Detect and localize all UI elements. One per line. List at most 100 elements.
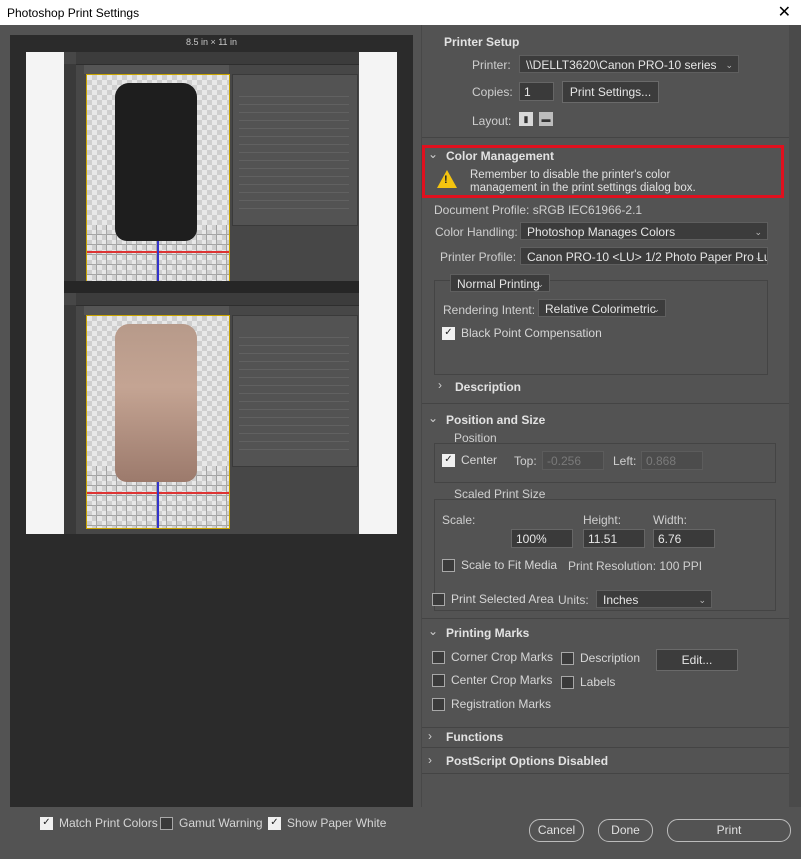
color-handling-dropdown[interactable]: Photoshop Manages Colors ⌄ <box>520 222 768 240</box>
portrait-layout-icon[interactable]: ▮ <box>519 112 533 126</box>
chevron-right-icon[interactable]: › <box>428 753 432 767</box>
chevron-right-icon[interactable]: › <box>428 729 432 743</box>
color-handling-label: Color Handling: <box>435 225 518 239</box>
match-print-colors-checkbox[interactable]: ✓ Match Print Colors <box>40 816 158 830</box>
scale-label: Scale: <box>442 513 476 527</box>
scaled-print-size-label: Scaled Print Size <box>454 487 546 501</box>
top-label: Top: <box>514 454 537 468</box>
printing-marks-heading[interactable]: Printing Marks <box>446 626 529 640</box>
chevron-down-icon[interactable]: ⌄ <box>428 147 438 161</box>
rendering-intent-dropdown[interactable]: Relative Colorimetric ⌄ <box>538 299 666 317</box>
title-bar: Photoshop Print Settings ✕ <box>0 0 801 25</box>
chevron-down-icon: ⌄ <box>536 279 544 289</box>
print-button[interactable]: Print <box>667 819 791 842</box>
ps-menu-bar <box>64 281 359 293</box>
face-can-image <box>115 324 197 482</box>
preview-image-top <box>64 52 359 293</box>
chevron-right-icon[interactable]: › <box>438 378 442 392</box>
scale-to-fit-media-checkbox[interactable]: Scale to Fit Media <box>442 558 557 572</box>
chevron-down-icon: ⌄ <box>754 227 762 237</box>
bottom-bar: ✓ Match Print Colors Gamut Warning ✓ Sho… <box>0 807 801 859</box>
position-and-size-heading[interactable]: Position and Size <box>446 413 545 427</box>
layout-label: Layout: <box>472 114 512 128</box>
description-checkbox[interactable]: Description <box>561 651 640 665</box>
scale-input[interactable]: 100% <box>511 529 573 548</box>
top-input[interactable]: -0.256 <box>542 451 604 470</box>
ps-doc-tab <box>84 65 229 74</box>
settings-panel: Printer Setup Printer: \\DELLT3620\Canon… <box>421 25 790 807</box>
left-input[interactable]: 0.868 <box>641 451 703 470</box>
ps-options-bar <box>76 293 359 306</box>
ps-doc-tab <box>84 306 229 315</box>
description-heading[interactable]: Description <box>455 380 521 394</box>
printer-profile-label: Printer Profile: <box>440 250 517 264</box>
done-button[interactable]: Done <box>598 819 653 842</box>
cancel-button[interactable]: Cancel <box>529 819 584 842</box>
labels-checkbox[interactable]: Labels <box>561 675 615 689</box>
chevron-down-icon: ⌄ <box>698 595 706 605</box>
document-profile: Document Profile: sRGB IEC61966-2.1 <box>434 203 643 217</box>
edit-button[interactable]: Edit... <box>656 649 738 671</box>
show-paper-white-checkbox[interactable]: ✓ Show Paper White <box>268 816 386 830</box>
copies-label: Copies: <box>472 85 513 99</box>
color-management-heading[interactable]: Color Management <box>446 149 554 163</box>
units-label: Units: <box>558 593 589 607</box>
width-input[interactable]: 6.76 <box>653 529 715 548</box>
printer-value: \\DELLT3620\Canon PRO-10 series <box>526 58 717 72</box>
preview-paper <box>26 52 397 534</box>
ps-properties-panel <box>232 315 358 467</box>
dark-can-image <box>115 83 197 241</box>
printer-setup-heading: Printer Setup <box>444 35 520 49</box>
print-preview: 8.5 in × 11 in <box>10 35 413 807</box>
warning-icon: ! <box>437 170 457 188</box>
registration-marks-checkbox[interactable]: Registration Marks <box>432 697 551 711</box>
printer-dropdown[interactable]: \\DELLT3620\Canon PRO-10 series ⌄ <box>519 55 739 73</box>
copies-input[interactable]: 1 <box>519 82 554 101</box>
chevron-down-icon[interactable]: ⌄ <box>428 624 438 638</box>
match-print-colors-label: Match Print Colors <box>59 816 158 830</box>
center-checkbox[interactable]: ✓ Center <box>442 453 497 467</box>
ps-canvas <box>86 315 230 529</box>
preview-image <box>64 52 359 534</box>
postscript-options-heading[interactable]: PostScript Options Disabled <box>446 754 608 768</box>
gamut-warning-label: Gamut Warning <box>179 816 263 830</box>
units-dropdown[interactable]: Inches ⌄ <box>596 590 712 608</box>
warning-message: Remember to disable the printer's color … <box>470 169 696 194</box>
printer-label: Printer: <box>472 58 511 72</box>
height-label: Height: <box>583 513 622 527</box>
print-resolution: Print Resolution: 100 PPI <box>568 559 703 573</box>
preview-image-bottom <box>64 281 359 534</box>
chevron-down-icon: ⌄ <box>754 252 762 262</box>
corner-crop-marks-checkbox[interactable]: Corner Crop Marks <box>432 650 553 664</box>
close-icon[interactable]: ✕ <box>778 2 791 22</box>
center-crop-marks-checkbox[interactable]: Center Crop Marks <box>432 673 552 687</box>
panel-scrollbar[interactable] <box>789 25 801 807</box>
ps-canvas <box>86 74 230 288</box>
left-label: Left: <box>613 454 637 468</box>
height-input[interactable]: 11.51 <box>583 529 645 548</box>
functions-heading[interactable]: Functions <box>446 730 503 744</box>
black-point-compensation-checkbox[interactable]: ✓ Black Point Compensation <box>442 326 602 340</box>
width-label: Width: <box>653 513 688 527</box>
ps-properties-panel <box>232 74 358 226</box>
rendering-intent-label: Rendering Intent: <box>443 303 536 317</box>
chevron-down-icon: ⌄ <box>725 60 733 70</box>
paper-size-label: 8.5 in × 11 in <box>185 37 238 47</box>
ps-toolbar <box>64 64 76 293</box>
check-icon: ✓ <box>442 453 455 467</box>
check-icon: ✓ <box>268 816 281 830</box>
position-label: Position <box>454 431 497 445</box>
window-title: Photoshop Print Settings <box>7 6 140 20</box>
check-icon: ✓ <box>40 816 53 830</box>
show-paper-white-label: Show Paper White <box>287 816 387 830</box>
check-icon: ✓ <box>442 326 455 340</box>
printer-profile-dropdown[interactable]: Canon PRO-10 <LU> 1/2 Photo Paper Pro Lu… <box>520 247 768 265</box>
printing-mode-dropdown[interactable]: Normal Printing ⌄ <box>450 274 550 292</box>
landscape-layout-icon[interactable]: ▬ <box>539 112 553 126</box>
ps-toolbar <box>64 305 76 534</box>
print-settings-button[interactable]: Print Settings... <box>562 81 659 103</box>
print-selected-area-checkbox[interactable]: Print Selected Area <box>432 592 554 606</box>
chevron-down-icon[interactable]: ⌄ <box>428 411 438 425</box>
chevron-down-icon: ⌄ <box>652 304 660 314</box>
gamut-warning-checkbox[interactable]: Gamut Warning <box>160 816 263 830</box>
